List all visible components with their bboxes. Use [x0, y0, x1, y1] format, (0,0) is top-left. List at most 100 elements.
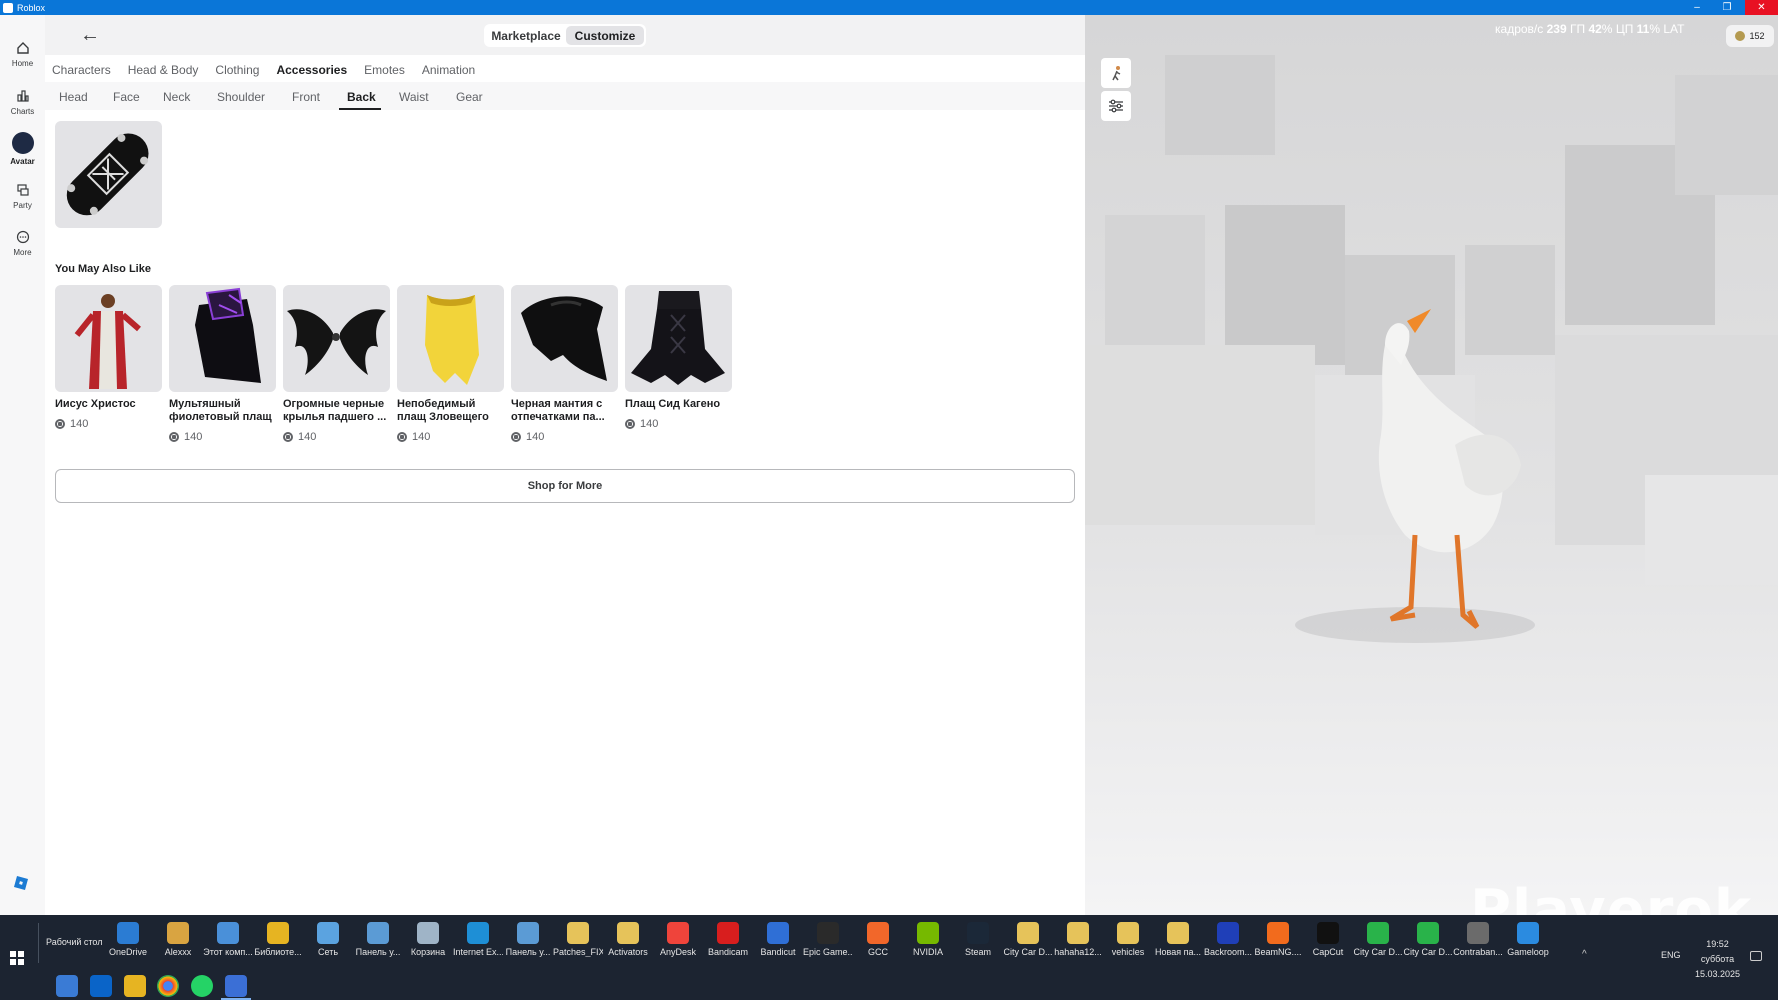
shortcut-icon	[967, 922, 989, 944]
rec-item-thumbnail[interactable]	[55, 285, 162, 392]
shortcut-label: OneDrive	[108, 947, 147, 957]
desktop-shortcut[interactable]: NVIDIA	[903, 915, 953, 965]
desktop-shortcut[interactable]: Gameloop	[1503, 915, 1553, 965]
desktop-shortcut[interactable]: Backroom...	[1203, 915, 1253, 965]
rec-item-name[interactable]: Черная мантия с отпечатками па...	[511, 398, 619, 424]
desktop-shortcut[interactable]: Activators	[603, 915, 653, 965]
rec-item-name[interactable]: Непобедимый плащ Зловещего	[397, 398, 505, 424]
clock[interactable]: 19:52 суббота 15.03.2025	[1690, 937, 1745, 982]
performance-stats: кадров/с 239 ГП 42% ЦП 11% LAT	[1495, 22, 1685, 36]
rec-item-thumbnail[interactable]	[511, 285, 618, 392]
desktop-shortcut[interactable]: hahaha12...	[1053, 915, 1103, 965]
subtab-front[interactable]: Front	[292, 90, 320, 104]
rec-item-thumbnail[interactable]	[625, 285, 732, 392]
notifications-icon[interactable]	[1750, 951, 1762, 961]
purple-cape-image	[195, 287, 261, 383]
desktop-shortcut[interactable]: AnyDesk	[653, 915, 703, 965]
shortcut-label: Bandicam	[707, 947, 749, 957]
subtab-back[interactable]: Back	[347, 90, 376, 104]
desktop-shortcut[interactable]: Patches_FIX	[553, 915, 603, 965]
animation-preview-icon[interactable]	[1101, 58, 1131, 88]
rec-item-name[interactable]: Плащ Сид Кагено	[625, 398, 733, 411]
rec-item-thumbnail[interactable]	[397, 285, 504, 392]
desktop-shortcut[interactable]: Epic Game...	[803, 915, 853, 965]
rec-item-thumbnail[interactable]	[283, 285, 390, 392]
rec-item-thumbnail[interactable]	[169, 285, 276, 392]
roblox-logo-icon[interactable]	[13, 875, 29, 891]
close-icon[interactable]: ✕	[1745, 0, 1778, 15]
desktop-shortcut[interactable]: Новая па...	[1153, 915, 1203, 965]
shadow-cloak-image	[631, 291, 725, 385]
desktop-shortcut[interactable]: Internet Ex...	[453, 915, 503, 965]
restore-icon[interactable]: ❐	[1712, 0, 1742, 15]
marketplace-tab[interactable]: Marketplace	[486, 26, 566, 45]
tab-head-body[interactable]: Head & Body	[128, 63, 199, 77]
desktop-shortcut[interactable]: Панель у...	[353, 915, 403, 965]
rec-item-name[interactable]: Огромные черные крылья падшего ...	[283, 398, 391, 424]
desktop-shortcut[interactable]: OneDrive	[103, 915, 153, 965]
chrome-icon[interactable]	[157, 975, 179, 997]
desktop-shortcut[interactable]: Bandicut	[753, 915, 803, 965]
roblox-taskbar-icon[interactable]	[225, 975, 247, 997]
desktop-shortcut[interactable]: Панель у...	[503, 915, 553, 965]
subtab-waist[interactable]: Waist	[399, 90, 429, 104]
outlook-icon[interactable]	[90, 975, 112, 997]
desktop-shortcut[interactable]: CapCut	[1303, 915, 1353, 965]
tab-characters[interactable]: Characters	[52, 63, 111, 77]
back-arrow-icon[interactable]: ←	[75, 24, 105, 46]
shortcut-label: Alexxx	[164, 947, 192, 957]
nav-party[interactable]: Party	[0, 182, 45, 210]
shortcut-label: Bandicut	[760, 947, 796, 957]
tab-animation[interactable]: Animation	[422, 63, 475, 77]
subtab-neck[interactable]: Neck	[163, 90, 190, 104]
tab-emotes[interactable]: Emotes	[364, 63, 405, 77]
tab-clothing[interactable]: Clothing	[215, 63, 259, 77]
desktop-shortcut[interactable]: BeamNG....	[1253, 915, 1303, 965]
price-value: 140	[184, 431, 203, 443]
subtab-shoulder[interactable]: Shoulder	[217, 90, 265, 104]
shop-for-more-button[interactable]: Shop for More	[55, 469, 1075, 503]
windows-start-icon[interactable]	[10, 951, 24, 965]
desktop-shortcut[interactable]: Корзина	[403, 915, 453, 965]
store-icon[interactable]	[56, 975, 78, 997]
shortcut-icon	[217, 922, 239, 944]
desktop-shortcut[interactable]: GCC	[853, 915, 903, 965]
desktop-toolbar-label[interactable]: Рабочий стол	[46, 937, 103, 947]
nav-charts[interactable]: Charts	[0, 88, 45, 116]
nav-more[interactable]: More	[0, 229, 45, 257]
minimize-icon[interactable]: –	[1682, 0, 1712, 15]
equipped-item-card[interactable]	[55, 121, 162, 228]
nav-more-label: More	[13, 248, 32, 257]
subtab-head[interactable]: Head	[59, 90, 88, 104]
nav-home[interactable]: Home	[0, 40, 45, 68]
desktop-shortcut[interactable]: Steam	[953, 915, 1003, 965]
whatsapp-icon[interactable]	[191, 975, 213, 997]
avatar-viewport[interactable]	[1085, 15, 1778, 915]
input-language[interactable]: ENG	[1661, 950, 1681, 960]
rec-item-name[interactable]: Иисус Христос	[55, 398, 163, 411]
desktop-shortcut[interactable]: Alexxx	[153, 915, 203, 965]
tray-chevron-icon[interactable]: ^	[1582, 949, 1587, 960]
file-explorer-icon[interactable]	[124, 975, 146, 997]
desktop-shortcut[interactable]: City Car D...	[1353, 915, 1403, 965]
desktop-shortcut[interactable]: Contraban...	[1453, 915, 1503, 965]
nav-avatar[interactable]: Avatar	[0, 132, 45, 166]
rec-item-name[interactable]: Мультяшный фиолетовый плащ	[169, 398, 277, 424]
settings-sliders-icon[interactable]	[1101, 91, 1131, 121]
desktop-shortcut[interactable]: Сеть	[303, 915, 353, 965]
rec-item-price: 140	[169, 431, 202, 443]
desktop-shortcut[interactable]: City Car D...	[1403, 915, 1453, 965]
left-nav: Home Charts Avatar Party More	[0, 15, 45, 915]
shortcut-label: Contraban...	[1453, 947, 1503, 957]
tab-accessories[interactable]: Accessories	[276, 63, 347, 77]
robux-balance[interactable]: 152	[1726, 25, 1774, 47]
shortcut-label: BeamNG....	[1254, 947, 1302, 957]
desktop-shortcut[interactable]: Bandicam	[703, 915, 753, 965]
desktop-shortcut[interactable]: vehicles	[1103, 915, 1153, 965]
customize-tab[interactable]: Customize	[566, 26, 644, 45]
desktop-shortcut[interactable]: Библиоте...	[253, 915, 303, 965]
subtab-face[interactable]: Face	[113, 90, 140, 104]
subtab-gear[interactable]: Gear	[456, 90, 483, 104]
desktop-shortcut[interactable]: City Car D...	[1003, 915, 1053, 965]
desktop-shortcut[interactable]: Этот комп...	[203, 915, 253, 965]
